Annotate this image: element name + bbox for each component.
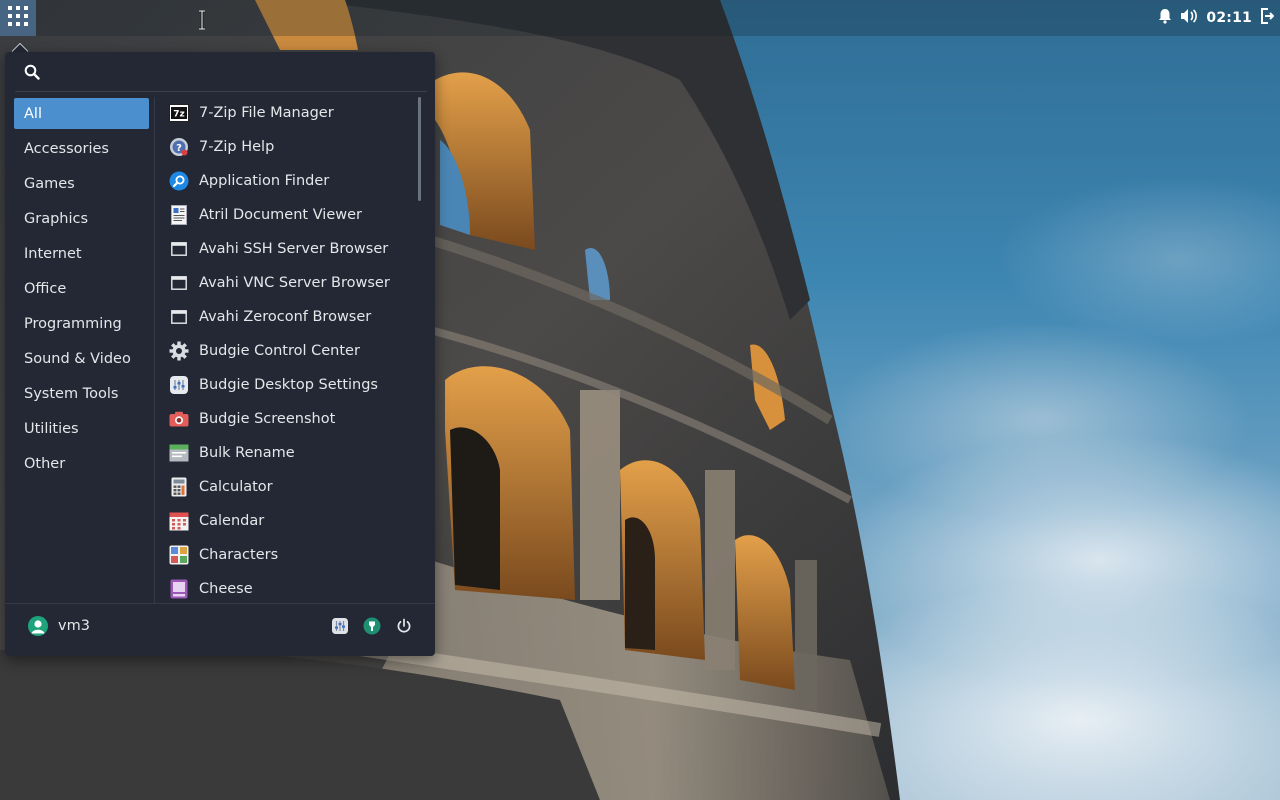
control-center-button[interactable] xyxy=(363,617,381,635)
category-accessories[interactable]: Accessories xyxy=(14,133,149,164)
app-item-budgie-control-center[interactable]: Budgie Control Center xyxy=(164,335,414,367)
characters-icon xyxy=(169,545,189,565)
search-icon xyxy=(24,64,40,80)
app-label: Avahi SSH Server Browser xyxy=(199,241,389,257)
settings-icon xyxy=(332,618,348,634)
app-label: 7-Zip File Manager xyxy=(199,105,334,121)
network-browser-icon xyxy=(169,239,189,259)
app-label: Cheese xyxy=(199,581,253,597)
svg-text:?: ? xyxy=(176,143,182,154)
app-label: Calendar xyxy=(199,513,265,529)
camera-icon xyxy=(169,409,189,429)
cheese-icon xyxy=(169,579,189,599)
category-graphics[interactable]: Graphics xyxy=(14,203,149,234)
application-menu: All Accessories Games Graphics Internet … xyxy=(5,52,435,656)
category-sound-video[interactable]: Sound & Video xyxy=(14,343,149,374)
app-label: Characters xyxy=(199,547,279,563)
app-item-cheese[interactable]: Cheese xyxy=(164,573,414,603)
svg-text:7z: 7z xyxy=(173,110,185,120)
bell-icon[interactable] xyxy=(1158,8,1172,28)
category-programming[interactable]: Programming xyxy=(14,308,149,339)
app-list: 7z 7-Zip File Manager ? 7-Zip Help Appli… xyxy=(155,97,435,603)
category-system-tools[interactable]: System Tools xyxy=(14,378,149,409)
panel-clock[interactable]: 02:11 xyxy=(1206,10,1252,26)
app-label: Bulk Rename xyxy=(199,445,295,461)
category-games[interactable]: Games xyxy=(14,168,149,199)
category-all[interactable]: All xyxy=(14,98,149,129)
network-browser-icon xyxy=(169,307,189,327)
desktop-settings-icon xyxy=(169,375,189,395)
app-item-application-finder[interactable]: Application Finder xyxy=(164,165,414,197)
text-cursor-icon xyxy=(199,10,205,30)
app-item-avahi-vnc-server-browser[interactable]: Avahi VNC Server Browser xyxy=(164,267,414,299)
top-panel: 02:11 xyxy=(0,0,1280,36)
app-item-characters[interactable]: Characters xyxy=(164,539,414,571)
app-item-budgie-screenshot[interactable]: Budgie Screenshot xyxy=(164,403,414,435)
gear-icon xyxy=(169,341,189,361)
app-item-bulk-rename[interactable]: Bulk Rename xyxy=(164,437,414,469)
app-menu-button[interactable] xyxy=(0,0,36,36)
volume-icon[interactable] xyxy=(1180,8,1198,28)
7zip-icon: 7z xyxy=(169,103,189,123)
app-finder-icon xyxy=(169,171,189,191)
app-item-calculator[interactable]: Calculator xyxy=(164,471,414,503)
menu-footer: vm3 xyxy=(5,603,435,656)
category-utilities[interactable]: Utilities xyxy=(14,413,149,444)
app-label: 7-Zip Help xyxy=(199,139,275,155)
panel-tray: 02:11 xyxy=(1158,0,1275,36)
category-list: All Accessories Games Graphics Internet … xyxy=(5,97,155,603)
user-name[interactable]: vm3 xyxy=(58,618,90,634)
document-viewer-icon xyxy=(169,205,189,225)
app-label: Atril Document Viewer xyxy=(199,207,362,223)
app-grid-icon xyxy=(7,5,29,31)
app-item-avahi-ssh-server-browser[interactable]: Avahi SSH Server Browser xyxy=(164,233,414,265)
app-label: Avahi VNC Server Browser xyxy=(199,275,390,291)
network-browser-icon xyxy=(169,273,189,293)
app-item-calendar[interactable]: Calendar xyxy=(164,505,414,537)
app-label: Budgie Control Center xyxy=(199,343,360,359)
search-input[interactable] xyxy=(50,56,410,87)
user-icon xyxy=(31,620,45,634)
power-icon xyxy=(397,618,411,633)
app-label: Calculator xyxy=(199,479,273,495)
avatar[interactable] xyxy=(28,616,48,636)
app-item-7zip-file-manager[interactable]: 7z 7-Zip File Manager xyxy=(164,97,414,129)
category-internet[interactable]: Internet xyxy=(14,238,149,269)
calendar-icon xyxy=(169,511,189,531)
logout-icon[interactable] xyxy=(1260,8,1275,28)
app-item-7zip-help[interactable]: ? 7-Zip Help xyxy=(164,131,414,163)
category-office[interactable]: Office xyxy=(14,273,149,304)
menu-popover-arrow xyxy=(11,42,29,52)
app-list-scrollbar[interactable] xyxy=(418,97,421,201)
control-center-icon xyxy=(363,617,381,635)
power-button[interactable] xyxy=(395,617,413,635)
app-item-avahi-zeroconf-browser[interactable]: Avahi Zeroconf Browser xyxy=(164,301,414,333)
help-icon: ? xyxy=(169,137,189,157)
menu-search-bar xyxy=(15,52,427,92)
app-label: Budgie Desktop Settings xyxy=(199,377,378,393)
category-other[interactable]: Other xyxy=(14,448,149,479)
app-item-atril-document-viewer[interactable]: Atril Document Viewer xyxy=(164,199,414,231)
app-item-budgie-desktop-settings[interactable]: Budgie Desktop Settings xyxy=(164,369,414,401)
settings-button[interactable] xyxy=(331,617,349,635)
app-label: Budgie Screenshot xyxy=(199,411,336,427)
app-label: Application Finder xyxy=(199,173,330,189)
bulk-rename-icon xyxy=(169,443,189,463)
calculator-icon xyxy=(169,477,189,497)
app-label: Avahi Zeroconf Browser xyxy=(199,309,372,325)
